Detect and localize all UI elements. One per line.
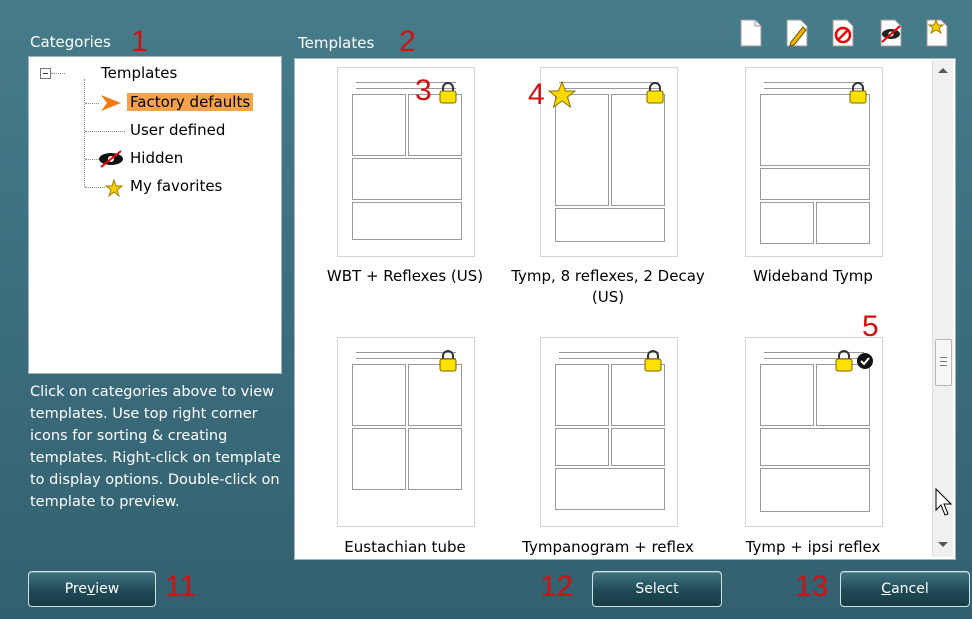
- scroll-down-icon[interactable]: [938, 542, 948, 547]
- preview-button[interactable]: Preview: [28, 571, 156, 607]
- template-card[interactable]: [540, 67, 678, 257]
- templates-heading: Templates: [298, 34, 375, 52]
- lock-icon: [848, 82, 868, 104]
- callout-3: 3: [415, 74, 432, 107]
- templates-panel: WBT + Reflexes (US) Tymp, 8 reflexes, 2 …: [294, 58, 956, 560]
- mouse-cursor-icon: [935, 487, 955, 522]
- lock-icon: [643, 350, 663, 372]
- callout-4: 4: [528, 78, 545, 111]
- collapse-toggle-icon[interactable]: [40, 68, 51, 79]
- favorites-star-icon: [104, 178, 124, 201]
- edit-icon[interactable]: [784, 18, 810, 48]
- categories-heading: Categories: [30, 33, 111, 51]
- default-check-icon: [856, 352, 874, 370]
- template-caption: Wideband Tymp: [753, 267, 873, 285]
- template-card[interactable]: [337, 67, 475, 257]
- template-card[interactable]: [745, 67, 883, 257]
- lock-icon: [438, 82, 458, 104]
- template-caption: Tymp + ipsi reflex: [745, 538, 881, 556]
- tree-item-hidden[interactable]: Hidden: [130, 149, 183, 167]
- hide-icon[interactable]: [878, 18, 904, 48]
- lock-icon: [438, 350, 458, 372]
- template-thumbnail: [756, 346, 872, 516]
- template-caption: Tymp, 8 reflexes, 2 Decay (US): [511, 267, 705, 306]
- scroll-thumb[interactable]: [935, 339, 952, 386]
- arrow-icon: [99, 93, 123, 117]
- callout-13: 13: [795, 570, 829, 603]
- new-template-icon[interactable]: [738, 18, 764, 48]
- tree-root-templates[interactable]: Templates: [101, 64, 177, 82]
- callout-5: 5: [862, 310, 879, 343]
- lock-icon: [834, 350, 854, 372]
- scroll-up-icon[interactable]: [938, 68, 948, 73]
- categories-tree: Templates Factory defaults User defined …: [28, 56, 282, 374]
- template-caption: WBT + Reflexes (US): [326, 267, 484, 285]
- vertical-scrollbar[interactable]: [932, 60, 953, 557]
- favorite-star-icon: [547, 80, 577, 110]
- callout-12: 12: [540, 570, 574, 603]
- callout-1: 1: [131, 25, 148, 58]
- help-text: Click on categories above to view templa…: [30, 384, 281, 510]
- tree-item-user-defined[interactable]: User defined: [130, 121, 225, 139]
- template-caption: Tympanogram + reflex: [522, 538, 694, 556]
- favorite-icon[interactable]: [924, 18, 950, 48]
- hidden-eye-icon: [97, 149, 125, 173]
- tree-item-factory-defaults[interactable]: Factory defaults: [127, 93, 254, 111]
- cancel-button[interactable]: Cancel: [840, 571, 970, 607]
- callout-11: 11: [165, 570, 197, 603]
- callout-2: 2: [399, 25, 416, 58]
- lock-icon: [645, 82, 665, 104]
- template-card[interactable]: [745, 337, 883, 527]
- select-button[interactable]: Select: [592, 571, 722, 607]
- template-card[interactable]: [337, 337, 475, 527]
- tree-item-my-favorites[interactable]: My favorites: [130, 177, 222, 195]
- template-caption: Eustachian tube: [344, 538, 466, 556]
- template-card[interactable]: [540, 337, 678, 527]
- delete-icon[interactable]: [830, 18, 856, 48]
